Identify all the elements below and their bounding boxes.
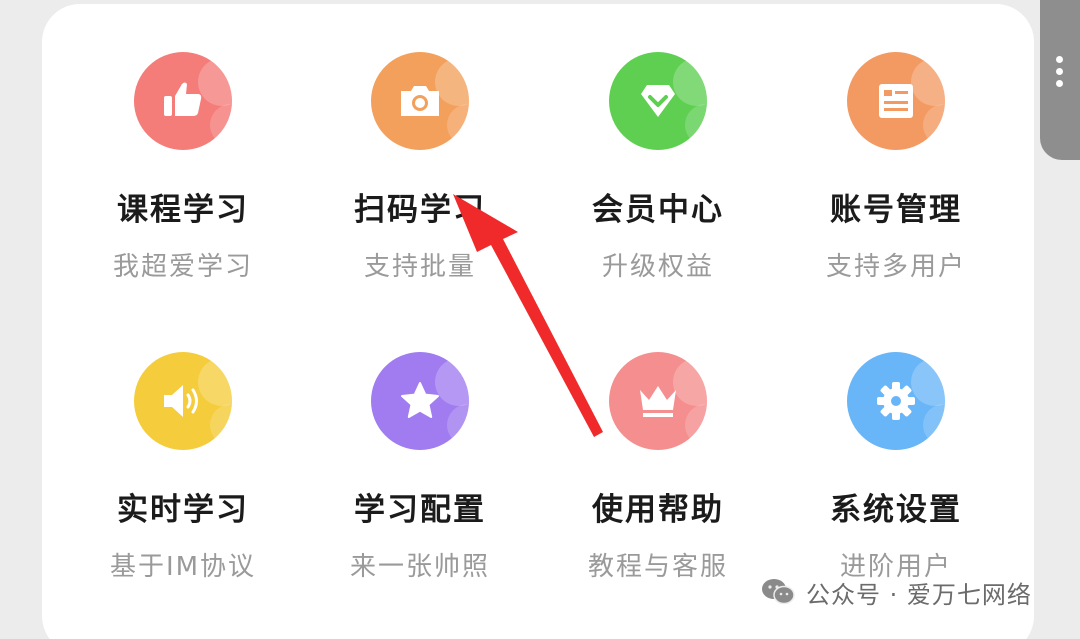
diamond-icon [609,52,707,150]
watermark-text: 公众号 · 爱万七网络 [806,580,1032,609]
menu-item-subtitle: 支持多用户 [825,252,966,282]
menu-item-title: 使用帮助 [592,492,724,528]
menu-item-help[interactable]: 使用帮助 教程与客服 [548,352,768,612]
menu-item-subtitle: 升级权益 [601,252,714,282]
menu-item-title: 系统设置 [830,492,962,528]
menu-item-scan-study[interactable]: 扫码学习 支持批量 [310,52,530,312]
menu-item-title: 账号管理 [830,192,962,228]
crown-icon [609,352,707,450]
id-card-icon [847,52,945,150]
more-vertical-icon[interactable] [1053,56,1065,92]
menu-item-title: 学习配置 [354,492,486,528]
menu-item-course-study[interactable]: 课程学习 我超爱学习 [73,52,293,312]
wechat-icon [762,579,795,605]
menu-item-title: 实时学习 [117,492,249,528]
menu-item-subtitle: 来一张帅照 [349,552,490,582]
menu-item-subtitle: 我超爱学习 [112,252,253,282]
star-icon [371,352,469,450]
camera-icon [371,52,469,150]
menu-item-member-center[interactable]: 会员中心 升级权益 [548,52,768,312]
gear-icon [847,352,945,450]
menu-item-realtime-study[interactable]: 实时学习 基于IM协议 [73,352,293,612]
speaker-icon [134,352,232,450]
menu-item-subtitle: 教程与客服 [587,552,728,582]
menu-item-study-config[interactable]: 学习配置 来一张帅照 [310,352,530,612]
menu-item-title: 会员中心 [592,192,724,228]
menu-item-title: 课程学习 [117,192,249,228]
thumbs-up-icon [134,52,232,150]
menu-item-account-management[interactable]: 账号管理 支持多用户 [786,52,1006,312]
menu-item-title: 扫码学习 [354,192,486,228]
menu-item-subtitle: 基于IM协议 [109,552,257,582]
menu-item-subtitle: 支持批量 [363,252,476,282]
app-screen: 课程学习 我超爱学习 扫码学习 支持批量 会员中心 升级权益 账号管理 支持多用… [0,0,1080,639]
watermark: 公众号 · 爱万七网络 [760,572,1032,612]
